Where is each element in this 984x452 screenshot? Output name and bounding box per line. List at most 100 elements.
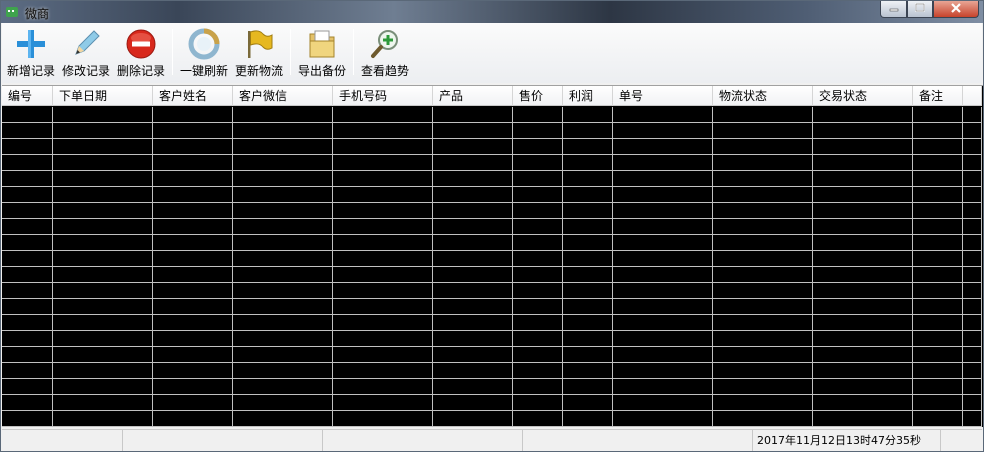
table-cell[interactable] <box>333 171 433 187</box>
table-cell[interactable] <box>913 395 963 411</box>
table-cell[interactable] <box>813 123 913 139</box>
table-cell[interactable] <box>433 283 513 299</box>
table-cell[interactable] <box>53 299 153 315</box>
table-cell[interactable] <box>153 283 233 299</box>
table-row[interactable] <box>2 203 982 219</box>
table-cell[interactable] <box>563 139 613 155</box>
table-cell[interactable] <box>53 411 153 427</box>
table-cell[interactable] <box>713 411 813 427</box>
export-backup-button[interactable]: 导出备份 <box>297 27 347 79</box>
column-header-logistics-status[interactable]: 物流状态 <box>713 86 813 106</box>
table-cell[interactable] <box>713 379 813 395</box>
table-row[interactable] <box>2 347 982 363</box>
table-cell[interactable] <box>813 251 913 267</box>
table-cell[interactable] <box>563 363 613 379</box>
table-row[interactable] <box>2 267 982 283</box>
table-cell[interactable] <box>813 155 913 171</box>
table-cell[interactable] <box>433 411 513 427</box>
table-cell[interactable] <box>613 171 713 187</box>
table-cell[interactable] <box>963 187 982 203</box>
table-cell[interactable] <box>513 123 563 139</box>
table-cell[interactable] <box>513 107 563 123</box>
table-cell[interactable] <box>53 395 153 411</box>
table-cell[interactable] <box>713 363 813 379</box>
table-cell[interactable] <box>513 267 563 283</box>
table-cell[interactable] <box>513 155 563 171</box>
table-cell[interactable] <box>563 315 613 331</box>
table-cell[interactable] <box>913 203 963 219</box>
table-cell[interactable] <box>333 283 433 299</box>
table-cell[interactable] <box>233 411 333 427</box>
table-cell[interactable] <box>613 187 713 203</box>
table-cell[interactable] <box>53 219 153 235</box>
table-cell[interactable] <box>333 203 433 219</box>
table-cell[interactable] <box>713 187 813 203</box>
table-cell[interactable] <box>713 155 813 171</box>
table-cell[interactable] <box>713 251 813 267</box>
table-cell[interactable] <box>153 123 233 139</box>
table-cell[interactable] <box>613 379 713 395</box>
table-row[interactable] <box>2 219 982 235</box>
table-cell[interactable] <box>963 363 982 379</box>
table-cell[interactable] <box>963 123 982 139</box>
table-row[interactable] <box>2 251 982 267</box>
table-cell[interactable] <box>913 155 963 171</box>
table-cell[interactable] <box>713 107 813 123</box>
table-cell[interactable] <box>913 283 963 299</box>
table-cell[interactable] <box>433 155 513 171</box>
table-cell[interactable] <box>53 347 153 363</box>
table-cell[interactable] <box>153 347 233 363</box>
column-header-product[interactable]: 产品 <box>433 86 513 106</box>
table-cell[interactable] <box>913 235 963 251</box>
table-cell[interactable] <box>2 315 53 331</box>
table-cell[interactable] <box>513 251 563 267</box>
table-cell[interactable] <box>233 235 333 251</box>
table-cell[interactable] <box>563 299 613 315</box>
table-row[interactable] <box>2 379 982 395</box>
table-cell[interactable] <box>513 379 563 395</box>
table-cell[interactable] <box>913 139 963 155</box>
table-cell[interactable] <box>333 379 433 395</box>
table-cell[interactable] <box>813 363 913 379</box>
table-cell[interactable] <box>233 107 333 123</box>
table-cell[interactable] <box>333 395 433 411</box>
table-cell[interactable] <box>813 171 913 187</box>
table-cell[interactable] <box>963 251 982 267</box>
table-cell[interactable] <box>563 123 613 139</box>
table-cell[interactable] <box>233 331 333 347</box>
table-row[interactable] <box>2 315 982 331</box>
table-cell[interactable] <box>613 411 713 427</box>
minimize-button[interactable] <box>880 1 907 18</box>
table-cell[interactable] <box>233 251 333 267</box>
table-cell[interactable] <box>563 187 613 203</box>
table-cell[interactable] <box>713 123 813 139</box>
table-cell[interactable] <box>913 107 963 123</box>
table-cell[interactable] <box>433 139 513 155</box>
table-cell[interactable] <box>813 107 913 123</box>
table-cell[interactable] <box>713 267 813 283</box>
table-cell[interactable] <box>2 187 53 203</box>
table-cell[interactable] <box>563 171 613 187</box>
table-cell[interactable] <box>433 107 513 123</box>
table-cell[interactable] <box>2 251 53 267</box>
table-cell[interactable] <box>333 107 433 123</box>
table-cell[interactable] <box>233 363 333 379</box>
table-cell[interactable] <box>963 155 982 171</box>
table-cell[interactable] <box>813 315 913 331</box>
table-cell[interactable] <box>613 363 713 379</box>
table-row[interactable] <box>2 107 982 123</box>
table-cell[interactable] <box>53 251 153 267</box>
table-cell[interactable] <box>563 235 613 251</box>
table-cell[interactable] <box>713 171 813 187</box>
table-cell[interactable] <box>153 379 233 395</box>
table-cell[interactable] <box>433 203 513 219</box>
table-cell[interactable] <box>2 299 53 315</box>
table-cell[interactable] <box>913 411 963 427</box>
table-cell[interactable] <box>233 139 333 155</box>
edit-record-button[interactable]: 修改记录 <box>61 27 111 79</box>
table-cell[interactable] <box>53 203 153 219</box>
table-cell[interactable] <box>713 315 813 331</box>
table-cell[interactable] <box>613 267 713 283</box>
table-cell[interactable] <box>433 331 513 347</box>
table-cell[interactable] <box>563 251 613 267</box>
